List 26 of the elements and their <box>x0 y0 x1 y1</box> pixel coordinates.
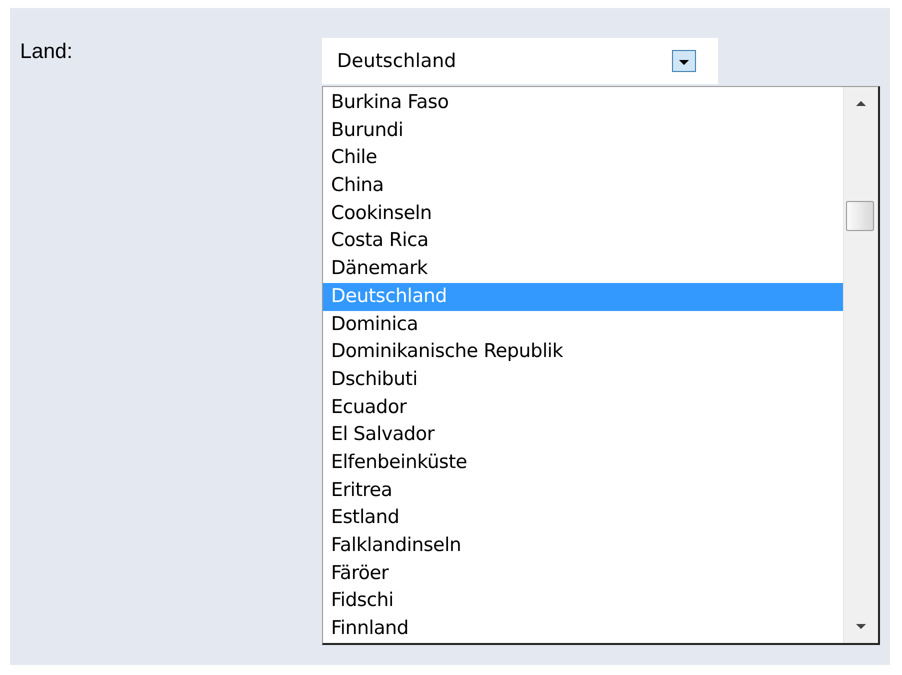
list-item[interactable]: Cookinseln <box>323 200 843 228</box>
list-item[interactable]: Dänemark <box>323 255 843 283</box>
list-item[interactable]: Ecuador <box>323 394 843 422</box>
list-item[interactable]: Chile <box>323 144 843 172</box>
list-item[interactable]: China <box>323 172 843 200</box>
list-item[interactable]: Burundi <box>323 116 843 144</box>
dropdown-value: Deutschland <box>337 50 456 72</box>
list-item[interactable]: Estland <box>323 504 843 532</box>
field-label: Land: <box>20 40 74 65</box>
scroll-down-icon[interactable] <box>855 623 867 631</box>
list-item[interactable]: Burkina Faso <box>323 89 843 117</box>
scroll-thumb[interactable] <box>846 201 874 231</box>
list-item[interactable]: Dominica <box>323 310 843 338</box>
list-item[interactable]: Costa Rica <box>323 227 843 256</box>
list-item[interactable]: Eritrea <box>323 476 843 504</box>
list-item[interactable]: Färöer <box>323 560 843 588</box>
list-item[interactable]: Elfenbeinküste <box>323 448 843 477</box>
scrollbar[interactable] <box>843 87 878 643</box>
list-item[interactable]: Fidschi <box>323 587 843 616</box>
list-item[interactable]: Dschibuti <box>323 366 843 394</box>
scroll-up-icon[interactable] <box>855 99 867 107</box>
list-item[interactable]: El Salvador <box>323 421 843 449</box>
country-dropdown[interactable]: Deutschland <box>322 38 718 84</box>
list-item[interactable]: Falklandinseln <box>323 532 843 560</box>
list-item[interactable]: Dominikanische Republik <box>323 338 843 366</box>
list-item[interactable]: Finnland <box>323 615 843 643</box>
